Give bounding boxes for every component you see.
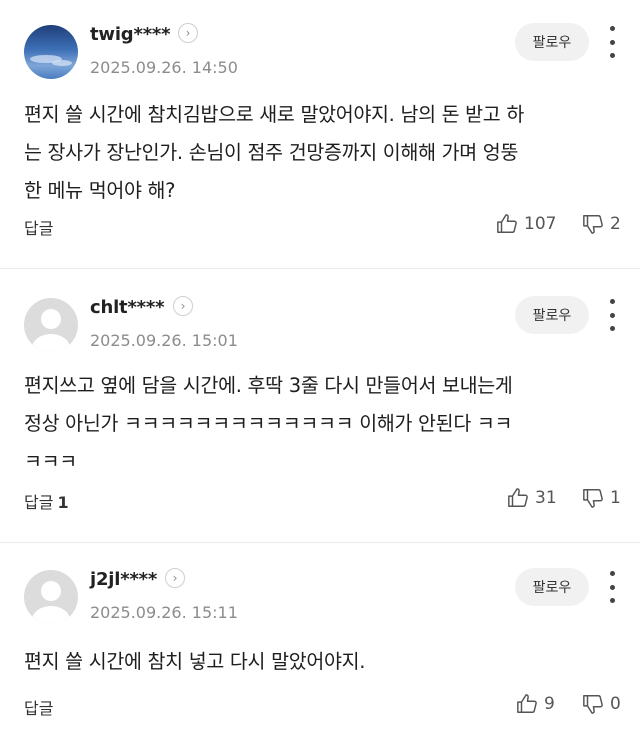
divider — [0, 542, 640, 543]
comment-line: 한 메뉴 먹어야 해? — [24, 179, 176, 202]
dislike-button[interactable]: 2 — [582, 213, 621, 235]
like-count: 31 — [535, 488, 557, 508]
thumbs-down-icon — [583, 489, 603, 508]
like-button[interactable]: 31 — [507, 487, 557, 509]
follow-button[interactable]: 팔로우 — [515, 23, 589, 61]
reply-label: 답글 — [24, 493, 54, 512]
reply-label: 답글 — [24, 219, 54, 238]
comment-item: twig**** › 2025.09.26. 14:50 팔로우 편지 쓸 시간… — [0, 0, 640, 268]
more-vertical-icon[interactable] — [602, 299, 622, 331]
like-count: 9 — [544, 694, 555, 714]
thumbs-up-icon — [497, 214, 517, 233]
comment-line: 편지 쓸 시간에 참치김밥으로 새로 말았어야지. 남의 돈 받고 하 — [24, 103, 524, 126]
timestamp: 2025.09.26. 15:11 — [90, 603, 238, 622]
comment-body: 편지 쓸 시간에 참치김밥으로 새로 말았어야지. 남의 돈 받고 하 는 장사… — [24, 96, 614, 210]
default-avatar-icon — [24, 298, 78, 352]
divider — [0, 268, 640, 269]
more-vertical-icon[interactable] — [602, 26, 622, 58]
default-avatar-icon — [24, 570, 78, 624]
like-button[interactable]: 9 — [516, 693, 555, 715]
follow-button[interactable]: 팔로우 — [515, 296, 589, 334]
chevron-right-icon[interactable]: › — [165, 568, 185, 588]
dislike-button[interactable]: 0 — [582, 693, 621, 715]
username[interactable]: chlt**** — [90, 297, 165, 318]
like-button[interactable]: 107 — [496, 213, 556, 235]
avatar[interactable] — [24, 570, 78, 624]
follow-button[interactable]: 팔로우 — [515, 568, 589, 606]
avatar-photo — [24, 25, 78, 79]
comment-item: chlt**** › 2025.09.26. 15:01 팔로우 편지쓰고 옆에… — [0, 273, 640, 541]
reply-label: 답글 — [24, 699, 54, 718]
reply-button[interactable]: 답글 — [24, 215, 53, 239]
timestamp: 2025.09.26. 15:01 — [90, 331, 238, 350]
comment-line: 는 장사가 장난인가. 손님이 점주 건망증까지 이해해 가며 엉뚱 — [24, 141, 519, 164]
dislike-count: 2 — [610, 214, 621, 234]
avatar[interactable] — [24, 25, 78, 79]
comment-body: 편지쓰고 옆에 담을 시간에. 후딱 3줄 다시 만들어서 보내는게 정상 아닌… — [24, 367, 614, 481]
comment-line: ㅋㅋㅋ — [24, 450, 77, 473]
comment-body: 편지 쓸 시간에 참치 넣고 다시 말았어야지. — [24, 643, 614, 681]
chevron-right-icon[interactable]: › — [178, 23, 198, 43]
chevron-right-icon[interactable]: › — [173, 296, 193, 316]
like-count: 107 — [524, 214, 557, 234]
username[interactable]: twig**** — [90, 24, 171, 45]
comment-line: 편지 쓸 시간에 참치 넣고 다시 말았어야지. — [24, 650, 366, 673]
dislike-button[interactable]: 1 — [582, 487, 621, 509]
comment-line: 정상 아닌가 ㅋㅋㅋㅋㅋㅋㅋㅋㅋㅋㅋㅋㅋ 이해가 안된다 ㅋㅋ — [24, 412, 513, 435]
avatar[interactable] — [24, 298, 78, 352]
reply-button[interactable]: 답글 1 — [24, 489, 69, 513]
dislike-count: 0 — [610, 694, 621, 714]
thumbs-up-icon — [508, 488, 528, 507]
thumbs-down-icon — [583, 695, 603, 714]
dislike-count: 1 — [610, 488, 621, 508]
comment-item: j2jl**** › 2025.09.26. 15:11 팔로우 편지 쓸 시간… — [0, 545, 640, 743]
reply-button[interactable]: 답글 — [24, 695, 53, 719]
thumbs-up-icon — [517, 694, 537, 713]
timestamp: 2025.09.26. 14:50 — [90, 58, 238, 77]
username[interactable]: j2jl**** — [90, 569, 157, 590]
reply-count: 1 — [57, 493, 69, 512]
thumbs-down-icon — [583, 215, 603, 234]
more-vertical-icon[interactable] — [602, 571, 622, 603]
comment-line: 편지쓰고 옆에 담을 시간에. 후딱 3줄 다시 만들어서 보내는게 — [24, 374, 513, 397]
